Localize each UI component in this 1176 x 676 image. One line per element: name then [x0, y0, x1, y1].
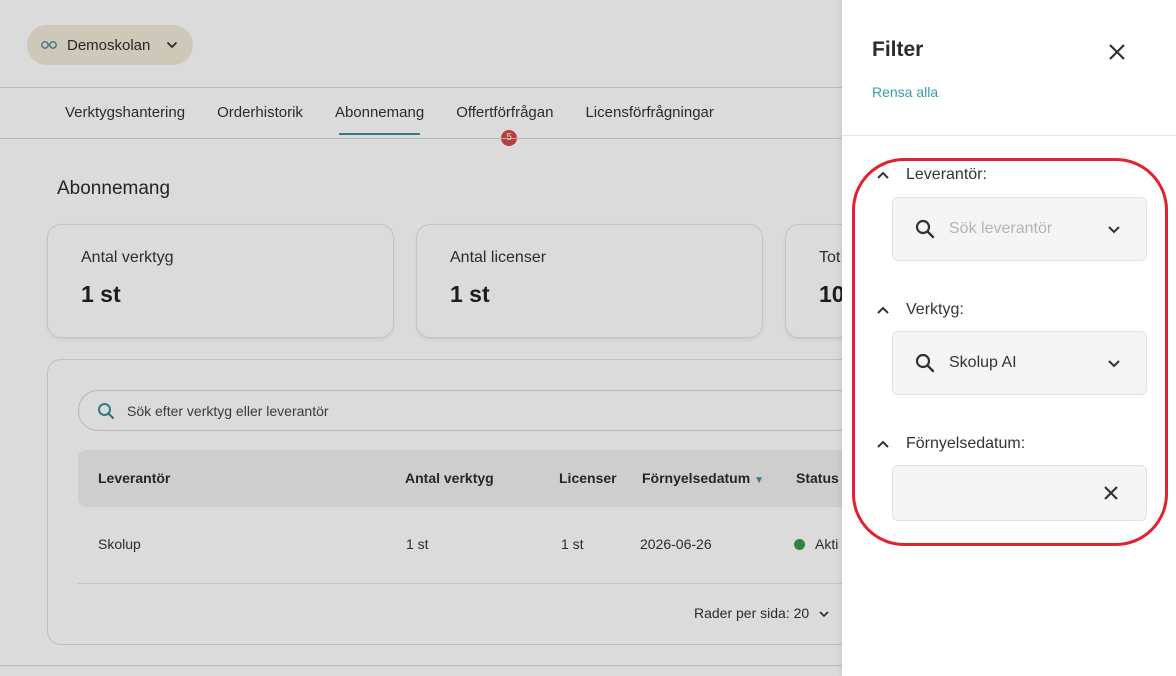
- cell-fornyelsedatum: 2026-06-26: [640, 536, 712, 552]
- tab-label: Abonnemang: [334, 104, 425, 121]
- cell-status: Akti: [794, 536, 838, 552]
- filter-panel: Filter Rensa alla Leverantör: Sök levera…: [842, 0, 1176, 676]
- chevron-up-icon: [877, 171, 889, 179]
- tab-orderhistorik[interactable]: Orderhistorik: [217, 104, 303, 135]
- renewal-label: Förnyelsedatum:: [906, 435, 1026, 452]
- chevron-up-icon: [877, 440, 889, 448]
- sort-desc-icon: ▼: [754, 475, 765, 486]
- column-header-antal-verktyg[interactable]: Antal verktyg: [405, 470, 494, 486]
- filter-title: Filter: [872, 38, 924, 61]
- subscriptions-card: Sök efter verktyg eller leverantör Lever…: [47, 359, 877, 645]
- chevron-up-icon: [877, 306, 889, 314]
- chevron-down-icon: [167, 41, 178, 49]
- chevron-down-icon: [819, 611, 829, 618]
- column-header-fornyelsedatum[interactable]: Förnyelsedatum ▼: [642, 470, 764, 486]
- column-header-label: Förnyelsedatum: [642, 470, 751, 486]
- header-divider: [0, 87, 842, 88]
- cell-leverantor: Skolup: [98, 536, 141, 552]
- tool-section-toggle[interactable]: Verktyg:: [876, 301, 964, 319]
- search-icon: [915, 353, 935, 373]
- rows-per-page-label: Rader per sida: 20: [694, 605, 810, 621]
- panel-divider: [842, 135, 1176, 136]
- supplier-search-select[interactable]: Sök leverantör: [892, 197, 1147, 261]
- chevron-down-icon: [1108, 360, 1120, 368]
- stat-value: 1 st: [81, 281, 121, 307]
- stat-label: Antal verktyg: [81, 249, 174, 266]
- school-name: Demoskolan: [67, 36, 151, 54]
- stat-value: 1 st: [450, 281, 490, 307]
- chevron-down-icon: [1108, 226, 1120, 234]
- table-header: Leverantör Antal verktyg Licenser Förnye…: [78, 450, 858, 507]
- status-dot-icon: [794, 539, 805, 550]
- school-logo-icon: [41, 41, 57, 49]
- tab-bar: Verktygshantering Orderhistorik Abonnema…: [65, 104, 714, 146]
- supplier-placeholder: Sök leverantör: [949, 220, 1053, 237]
- search-icon: [915, 219, 935, 239]
- tool-selected-value: Skolup AI: [949, 354, 1017, 371]
- supplier-section-toggle[interactable]: Leverantör:: [876, 166, 987, 184]
- tool-search-select[interactable]: Skolup AI: [892, 331, 1147, 395]
- tab-label: Offertförfrågan: [456, 104, 554, 121]
- status-label: Akti: [815, 536, 839, 552]
- clear-date-icon[interactable]: [1103, 485, 1119, 501]
- rows-per-page-select[interactable]: Rader per sida: 20: [694, 605, 829, 621]
- tab-offertforfragan[interactable]: Offertförfrågan 5: [456, 104, 554, 146]
- search-placeholder: Sök efter verktyg eller leverantör: [127, 402, 329, 419]
- clear-all-link[interactable]: Rensa alla: [872, 84, 938, 100]
- column-header-licenser[interactable]: Licenser: [559, 470, 617, 486]
- stat-card-licenses: Antal licenser 1 st: [416, 224, 763, 338]
- tab-verktygshantering[interactable]: Verktygshantering: [65, 104, 185, 135]
- tab-label: Licensförfrågningar: [585, 104, 714, 121]
- column-header-leverantor[interactable]: Leverantör: [98, 470, 170, 486]
- table-row[interactable]: Skolup 1 st 1 st 2026-06-26 Akti: [78, 520, 858, 584]
- renewal-date-input[interactable]: [892, 465, 1147, 521]
- stat-card-tools: Antal verktyg 1 st: [47, 224, 394, 338]
- column-header-status[interactable]: Status: [796, 470, 839, 486]
- tab-label: Verktygshantering: [65, 104, 186, 121]
- footer-divider: [0, 665, 842, 666]
- supplier-label: Leverantör:: [906, 166, 987, 183]
- search-icon: [98, 402, 115, 419]
- stat-label: Antal licenser: [450, 249, 547, 266]
- page-title: Abonnemang: [57, 178, 171, 199]
- cell-licenser: 1 st: [561, 536, 584, 552]
- tool-label: Verktyg:: [906, 301, 964, 318]
- tab-label: Orderhistorik: [217, 104, 303, 121]
- tab-licensforfragningar[interactable]: Licensförfrågningar: [585, 104, 713, 135]
- tabs-divider: [0, 138, 842, 139]
- close-icon[interactable]: [1105, 40, 1129, 64]
- school-selector[interactable]: Demoskolan: [27, 25, 193, 65]
- renewal-section-toggle[interactable]: Förnyelsedatum:: [876, 435, 1025, 453]
- cell-antal-verktyg: 1 st: [406, 536, 429, 552]
- search-input[interactable]: Sök efter verktyg eller leverantör: [78, 390, 858, 431]
- tab-abonnemang[interactable]: Abonnemang: [335, 104, 424, 135]
